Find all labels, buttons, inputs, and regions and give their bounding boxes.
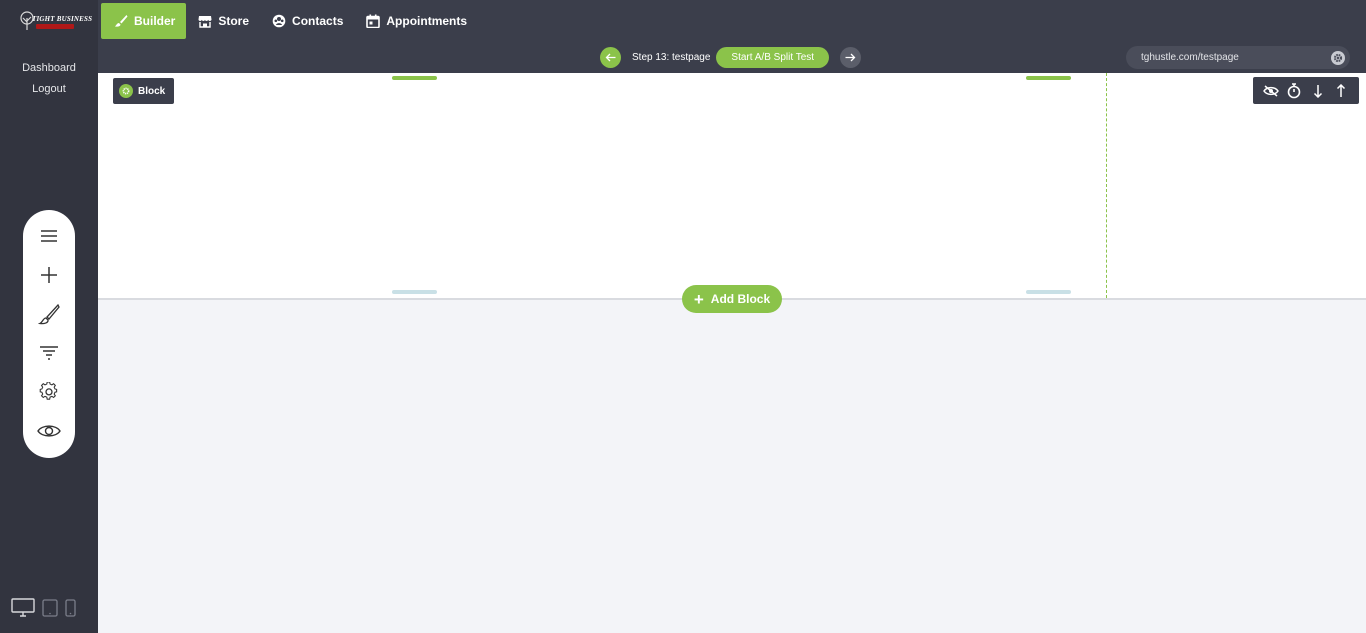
block-settings-icon xyxy=(119,84,133,98)
brush-icon xyxy=(115,15,128,27)
arrow-down-icon xyxy=(1313,84,1322,98)
logo-text: TIGHT BUSINESS xyxy=(32,15,93,23)
start-split-test-button[interactable]: Start A/B Split Test xyxy=(716,47,830,68)
logo[interactable]: TIGHT BUSINESS xyxy=(0,0,98,42)
arrow-right-icon xyxy=(845,53,856,62)
builder-toolbar xyxy=(23,210,75,458)
block-tag[interactable]: Block xyxy=(113,78,174,104)
desktop-icon[interactable] xyxy=(11,598,35,617)
nav-store[interactable]: Store xyxy=(186,3,260,39)
hide-block-button[interactable] xyxy=(1262,82,1280,100)
nav-contacts-label: Contacts xyxy=(292,14,344,28)
bottom-resize-handle-right[interactable] xyxy=(1026,290,1071,294)
stopwatch-icon xyxy=(1287,82,1301,98)
eye-icon xyxy=(37,425,61,437)
arrow-left-icon xyxy=(605,53,616,62)
move-down-button[interactable] xyxy=(1309,82,1327,100)
filter-tool-button[interactable] xyxy=(37,341,61,365)
arrow-up-icon xyxy=(1337,83,1346,97)
bottom-resize-handle-left[interactable] xyxy=(392,290,437,294)
tablet-icon[interactable] xyxy=(42,599,58,617)
block-toolbar xyxy=(1253,77,1359,104)
block-tag-label: Block xyxy=(138,85,166,97)
contacts-icon xyxy=(272,14,286,28)
nav-store-label: Store xyxy=(218,14,250,28)
step-bar: Step 13: testpage Start A/B Split Test t… xyxy=(98,42,1366,73)
mobile-icon[interactable] xyxy=(65,599,76,617)
add-tool-button[interactable] xyxy=(37,263,61,287)
top-resize-handle-right[interactable] xyxy=(1026,76,1071,80)
page-block[interactable]: Block xyxy=(98,73,1366,298)
eye-off-icon xyxy=(1262,84,1279,97)
logo-mark: TIGHT BUSINESS xyxy=(18,9,92,33)
nav-appointments-label: Appointments xyxy=(386,14,468,28)
brush-icon xyxy=(38,303,60,325)
step-label: Step 13: testpage xyxy=(632,52,711,63)
top-bar: TIGHT BUSINESS Builder Store Contacts Ap… xyxy=(0,0,1366,42)
move-up-button[interactable] xyxy=(1332,82,1350,100)
page-url-field[interactable]: tghustle.com/testpage xyxy=(1126,46,1350,69)
step-controls: Step 13: testpage Start A/B Split Test xyxy=(600,47,862,68)
style-tool-button[interactable] xyxy=(37,302,61,326)
add-block-button[interactable]: + Add Block xyxy=(682,285,782,313)
prev-step-button[interactable] xyxy=(600,47,621,68)
settings-tool-button[interactable] xyxy=(37,380,61,404)
gear-icon xyxy=(1333,53,1343,63)
gear-icon xyxy=(39,382,58,400)
dashboard-link[interactable]: Dashboard xyxy=(0,62,98,74)
next-step-button[interactable] xyxy=(840,47,862,68)
calendar-icon xyxy=(366,14,381,28)
logo-banner xyxy=(36,24,74,29)
filter-icon xyxy=(40,346,58,360)
device-switcher xyxy=(11,598,76,617)
add-block-label: Add Block xyxy=(710,292,771,306)
logout-link[interactable]: Logout xyxy=(0,83,98,95)
nav-contacts[interactable]: Contacts xyxy=(260,3,354,39)
page-url-text: tghustle.com/testpage xyxy=(1141,52,1239,63)
nav-appointments[interactable]: Appointments xyxy=(354,3,478,39)
column-guide xyxy=(1106,73,1107,298)
menu-tool-button[interactable] xyxy=(37,224,61,248)
menu-icon xyxy=(41,230,57,242)
top-resize-handle-left[interactable] xyxy=(392,76,437,80)
store-icon xyxy=(198,16,212,28)
timer-block-button[interactable] xyxy=(1285,82,1303,100)
nav-builder[interactable]: Builder xyxy=(101,3,187,39)
left-sidebar: Dashboard Logout xyxy=(0,42,98,633)
preview-tool-button[interactable] xyxy=(37,419,61,443)
plus-icon: + xyxy=(693,289,704,309)
nav-builder-label: Builder xyxy=(134,14,176,28)
plus-icon xyxy=(41,267,57,283)
url-settings-button[interactable] xyxy=(1331,51,1345,65)
main-nav: Builder Store Contacts Appointments xyxy=(101,3,478,39)
